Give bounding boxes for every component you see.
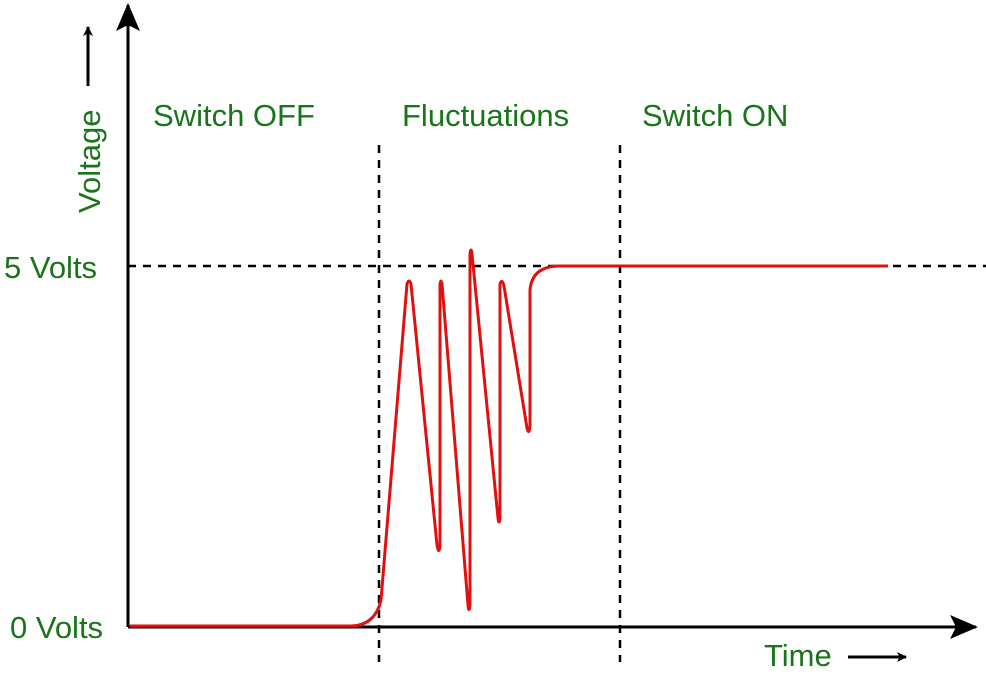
low-voltage-label: 0 Volts: [10, 610, 103, 645]
region-label-switch-on: Switch ON: [642, 98, 788, 133]
voltage-axis-label: Voltage: [72, 110, 107, 213]
time-axis-label: Time: [764, 638, 832, 673]
voltage-signal: [130, 248, 888, 628]
region-label-switch-off: Switch OFF: [153, 98, 315, 133]
switch-bounce-diagram: Switch OFF Fluctuations Switch ON 5 Volt…: [0, 0, 986, 679]
high-voltage-label: 5 Volts: [4, 250, 97, 285]
region-label-fluctuations: Fluctuations: [402, 98, 569, 133]
diagram-canvas: Switch OFF Fluctuations Switch ON 5 Volt…: [4, 3, 986, 673]
